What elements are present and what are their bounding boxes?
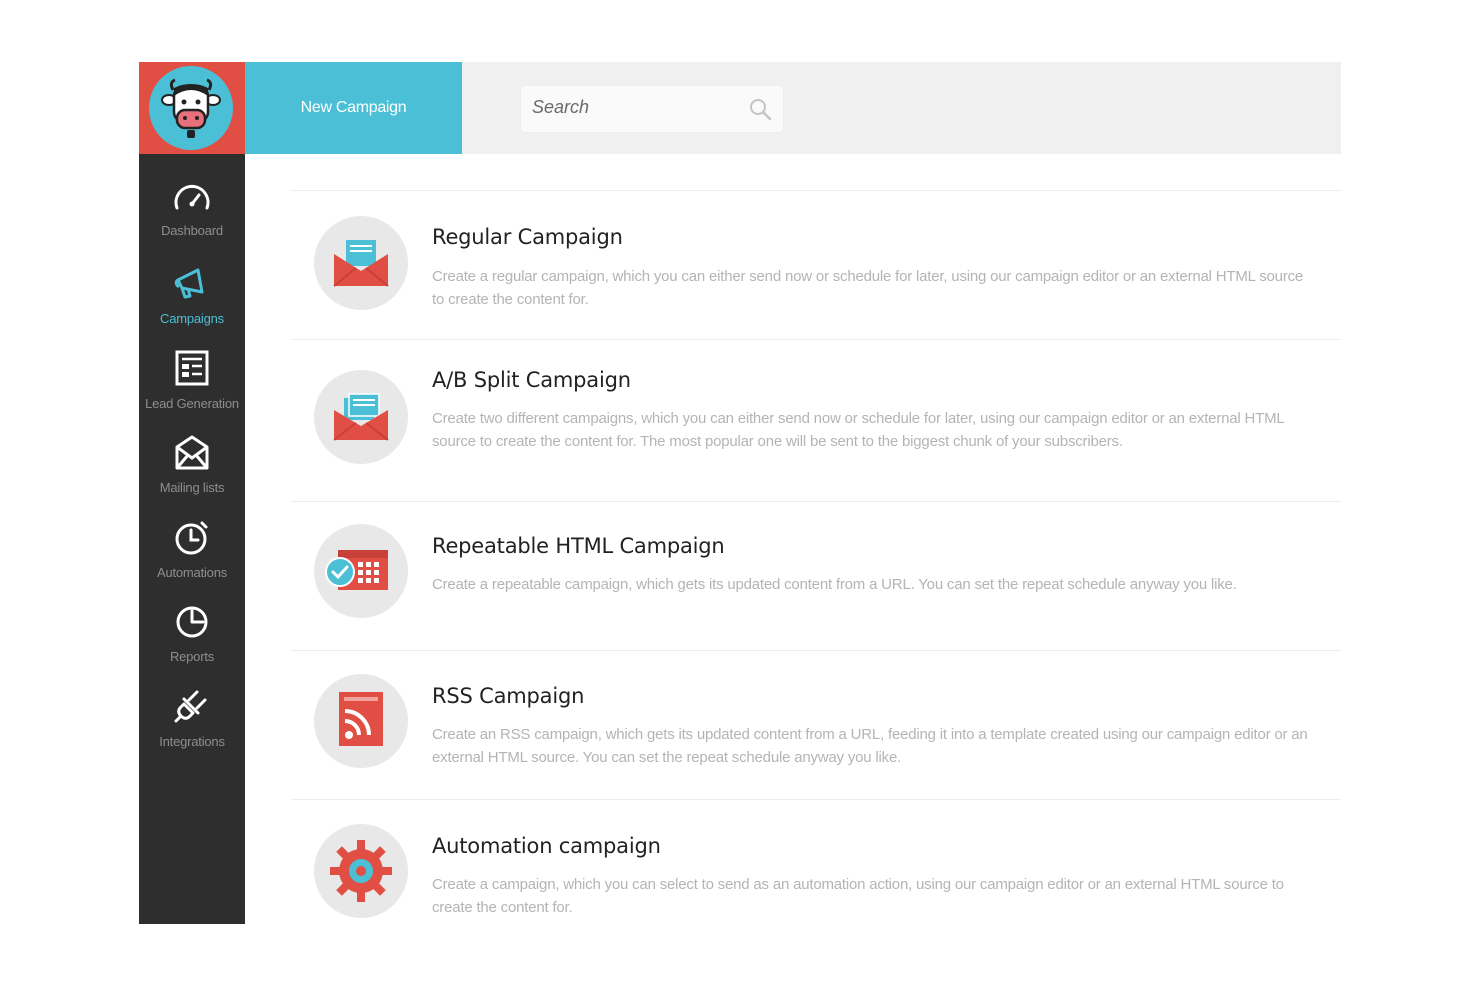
sidebar-item-dashboard[interactable]: Dashboard [139,180,245,264]
rss-icon [314,674,408,768]
app-window: Dashboard Campaigns Lead Generation Mail… [139,62,1341,924]
campaign-title: A/B Split Campaign [432,368,631,392]
logo-area[interactable] [139,62,245,154]
campaign-title: RSS Campaign [432,684,585,708]
campaign-option-rss[interactable]: RSS Campaign Create an RSS campaign, whi… [291,651,1341,800]
search-input[interactable] [532,97,732,118]
split-envelope-icon [314,370,408,464]
campaign-option-automation[interactable]: Automation campaign Create a campaign, w… [291,800,1341,928]
campaign-option-repeatable-html[interactable]: Repeatable HTML Campaign Create a repeat… [291,502,1341,651]
campaign-description: Create an RSS campaign, which gets its u… [432,726,1308,766]
calendar-icon [314,524,408,618]
envelope-icon [314,216,408,310]
sidebar-item-label: Automations [156,565,228,580]
campaign-title: Regular Campaign [432,225,623,249]
campaign-description: Create a campaign, which you can select … [432,876,1284,916]
gear-icon [314,824,408,918]
campaign-title: Repeatable HTML Campaign [432,534,725,558]
sidebar-item-campaigns[interactable]: Campaigns [139,264,245,348]
campaign-title: Automation campaign [432,834,661,858]
search-box[interactable] [520,85,784,133]
campaign-option-regular[interactable]: Regular Campaign Create a regular campai… [291,191,1341,340]
new-campaign-button[interactable]: New Campaign [245,62,462,154]
search-icon[interactable] [748,97,772,121]
plug-icon [174,690,207,723]
sidebar-item-label: Reports [169,649,215,664]
pie-chart-icon [176,606,208,638]
cow-logo-icon [149,66,233,150]
sidebar-item-automations[interactable]: Automations [139,518,245,602]
sidebar-item-mailing-lists[interactable]: Mailing lists [139,433,245,517]
campaign-description: Create a repeatable campaign, which gets… [432,576,1237,593]
envelope-icon [175,435,209,470]
header-bar [462,62,1341,154]
sidebar: Dashboard Campaigns Lead Generation Mail… [139,154,245,924]
sidebar-item-label: Integrations [159,734,225,749]
sidebar-item-label: Lead Generation [145,396,239,411]
campaign-description: Create two different campaigns, which yo… [432,410,1284,450]
sidebar-item-label: Mailing lists [159,480,225,495]
sidebar-item-integrations[interactable]: Integrations [139,687,245,771]
stopwatch-icon [175,521,208,555]
sidebar-item-lead-generation[interactable]: Lead Generation [139,349,245,433]
speedometer-icon [174,185,210,210]
campaign-option-ab-split[interactable]: A/B Split Campaign Create two different … [291,340,1341,502]
campaign-type-list: Regular Campaign Create a regular campai… [291,190,1341,928]
megaphone-icon [174,268,204,299]
form-icon [175,350,209,386]
sidebar-item-reports[interactable]: Reports [139,602,245,686]
campaign-description: Create a regular campaign, which you can… [432,268,1304,308]
sidebar-item-label: Dashboard [161,223,223,238]
sidebar-item-label: Campaigns [160,311,224,326]
